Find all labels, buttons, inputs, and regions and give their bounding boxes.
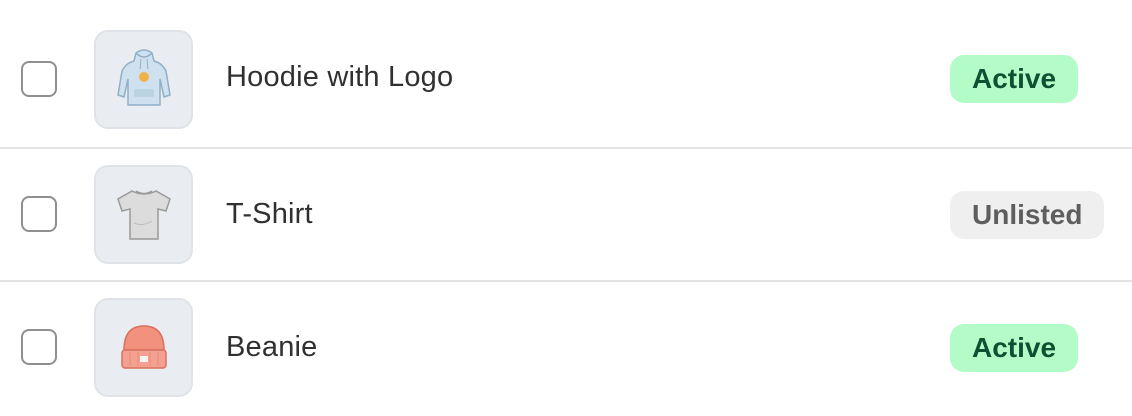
row-select-checkbox[interactable] [21, 61, 57, 97]
hoodie-icon [116, 48, 171, 106]
product-list: Hoodie with Logo Active T-Shirt Unlisted [0, 0, 1132, 416]
product-name[interactable]: Hoodie with Logo [226, 61, 453, 94]
product-thumbnail[interactable] [94, 30, 193, 129]
status-badge: Unlisted [950, 191, 1105, 239]
product-name[interactable]: T-Shirt [226, 198, 313, 231]
row-select-checkbox[interactable] [21, 196, 57, 232]
status-badge: Active [950, 55, 1079, 103]
product-name[interactable]: Beanie [226, 331, 318, 364]
table-row[interactable]: Hoodie with Logo Active [0, 14, 1132, 147]
table-row[interactable]: Beanie Active [0, 280, 1132, 415]
product-thumbnail[interactable] [94, 298, 193, 397]
tshirt-icon [116, 189, 171, 240]
status-badge: Active [950, 324, 1079, 372]
product-thumbnail[interactable] [94, 165, 193, 264]
table-row[interactable]: T-Shirt Unlisted [0, 147, 1132, 282]
row-select-checkbox[interactable] [21, 329, 57, 365]
beanie-icon [120, 324, 167, 369]
